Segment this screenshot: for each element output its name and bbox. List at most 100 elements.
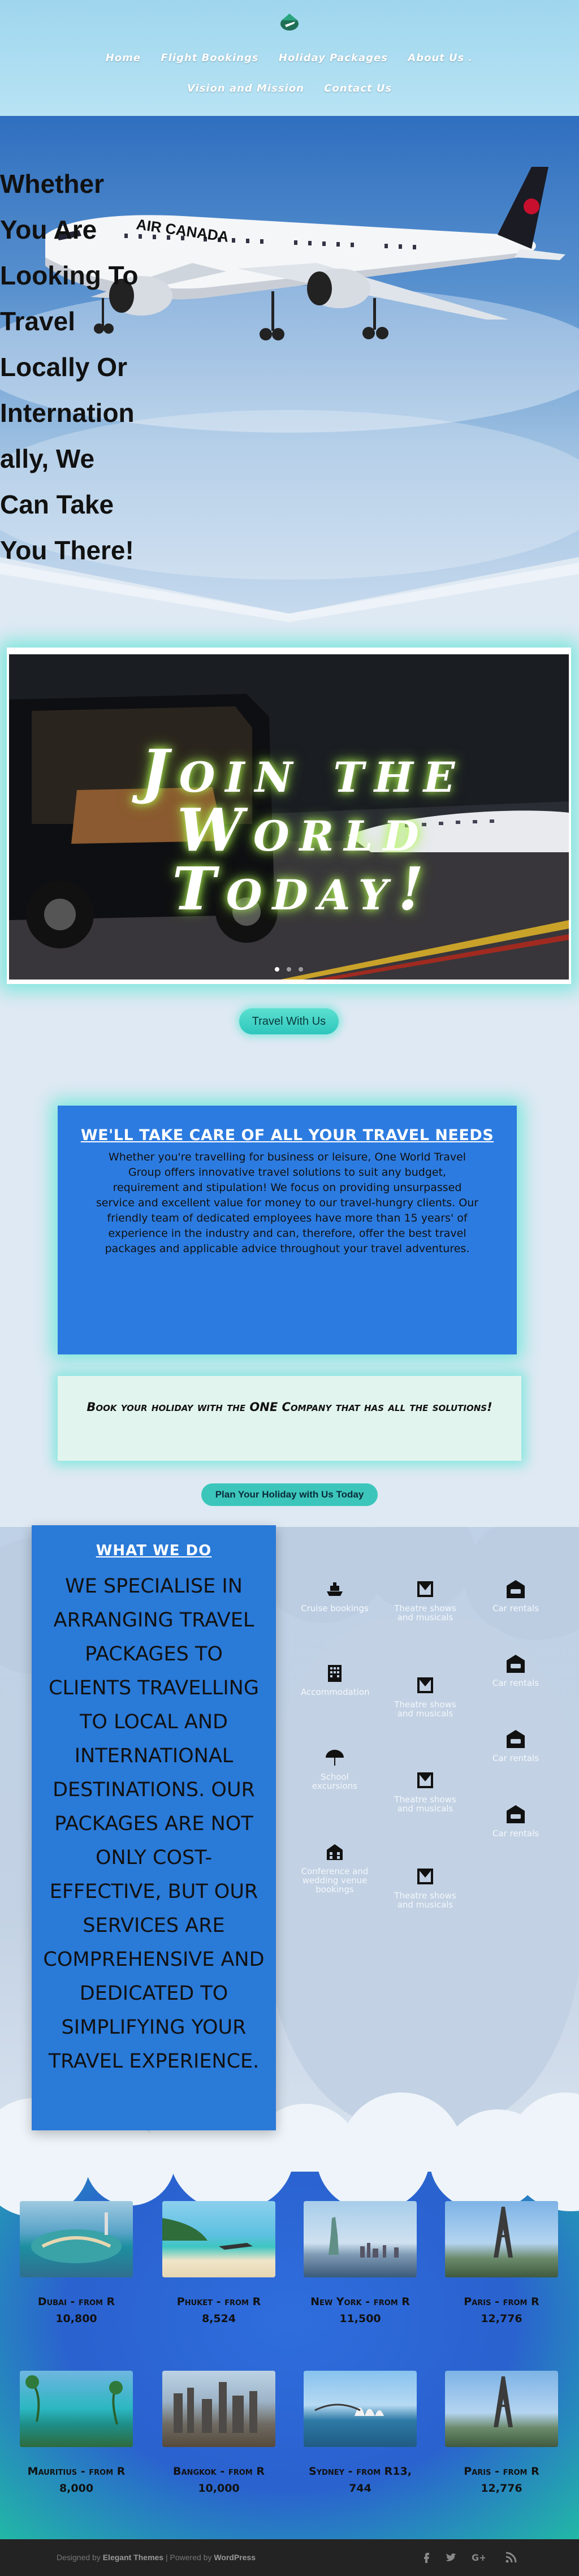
hero-divider: [0, 557, 579, 625]
service-label: School excursions: [312, 1772, 357, 1791]
destination-caption: Dubai - from R 10,800: [37, 2295, 115, 2325]
primary-nav: Home Flight Bookings Holiday Packages Ab…: [0, 52, 579, 64]
destination-caption: Sydney - from R13, 744: [309, 2465, 412, 2495]
ship-icon: [327, 1582, 343, 1596]
nav-about-us-label: About Us: [408, 52, 465, 64]
slider-dot[interactable]: [287, 967, 291, 972]
service-item: Car rentals: [482, 1803, 550, 1838]
care-title: WE'LL TAKE CARE OF ALL YOUR TRAVEL NEEDS: [80, 1127, 494, 1144]
logo-icon[interactable]: [279, 10, 300, 33]
slider-dot[interactable]: [299, 967, 304, 972]
hero-section: AIR CANADA Whether You Are Looking To Tr…: [0, 116, 579, 625]
slider-dot[interactable]: [274, 967, 279, 972]
slide-title-line: Today!: [172, 854, 434, 924]
book-holiday-text: Book your holiday with the ONE Company t…: [87, 1400, 492, 1414]
building-icon: [328, 1665, 342, 1682]
secondary-nav: Vision and Mission Contact Us: [0, 83, 579, 94]
slide-title-line: Join the: [141, 736, 465, 806]
travel-with-us-button[interactable]: Travel With Us: [239, 1008, 339, 1034]
twitter-icon[interactable]: [444, 2551, 458, 2564]
google-plus-icon[interactable]: G+: [472, 2551, 485, 2564]
service-item: Theatre shows and musicals: [391, 1769, 459, 1813]
what-we-do-body: We specialise in arranging travel packag…: [43, 1575, 265, 2073]
footer-designer-link[interactable]: Elegant Themes: [103, 2553, 163, 2562]
destination-card[interactable]: Sydney - from R13, 744: [304, 2371, 417, 2497]
hero-headline: Whether You Are Looking To Travel Locall…: [0, 169, 139, 565]
cloud-shape: [509, 2092, 579, 2172]
service-item: Car rentals: [482, 1652, 550, 1688]
footer-credits: Designed by Elegant Themes | Powered by …: [57, 2553, 256, 2562]
nav-home[interactable]: Home: [106, 52, 141, 64]
book-holiday-box: Book your holiday with the ONE Company t…: [58, 1376, 521, 1461]
theatre-icon: [417, 1869, 433, 1884]
rss-icon[interactable]: [504, 2551, 518, 2564]
slide-title-line: World: [177, 795, 429, 865]
service-item: Car rentals: [482, 1728, 550, 1763]
footer-designed-prefix: Designed by: [57, 2553, 101, 2562]
destination-caption: Phuket - from R 8,524: [176, 2295, 261, 2325]
destination-card[interactable]: Paris - from R 12,776: [445, 2371, 558, 2497]
destination-card[interactable]: Bangkok - from R 10,000: [162, 2371, 275, 2497]
service-label: Car rentals: [492, 1678, 539, 1688]
facebook-icon[interactable]: [420, 2551, 433, 2564]
venue-icon: [327, 1844, 343, 1860]
destination-image: [304, 2201, 417, 2277]
nav-contact-us[interactable]: Contact Us: [324, 83, 392, 94]
site-footer: Designed by Elegant Themes | Powered by …: [0, 2539, 579, 2576]
destination-image: [445, 2371, 558, 2447]
car-icon: [507, 1580, 525, 1598]
destination-card[interactable]: New York - from R 11,500: [304, 2201, 417, 2327]
destination-image: [445, 2201, 558, 2277]
destination-image: [20, 2371, 133, 2447]
site-header: Home Flight Bookings Holiday Packages Ab…: [0, 0, 579, 116]
nav-about-us[interactable]: About Us ⌄: [408, 52, 473, 64]
slide-title: Join the World Today!: [133, 742, 473, 918]
cloud-shape: [85, 2172, 175, 2206]
service-item: Accommodation: [301, 1662, 370, 1697]
theatre-icon: [417, 1772, 433, 1788]
car-icon: [507, 1655, 525, 1673]
care-body: Whether you're travelling for business o…: [96, 1151, 479, 1255]
nav-holiday-packages[interactable]: Holiday Packages: [279, 52, 388, 64]
destination-caption: Paris - from R 12,776: [464, 2465, 539, 2495]
service-label: Theatre shows and musicals: [394, 1699, 456, 1719]
footer-powered-prefix: | Powered by: [165, 2553, 212, 2562]
service-label: Theatre shows and musicals: [394, 1794, 456, 1814]
chevron-down-icon: ⌄: [466, 55, 474, 63]
destination-caption: Mauritius - from R 8,000: [27, 2465, 126, 2495]
service-label: Accommodation: [301, 1687, 370, 1697]
service-item: Theatre shows and musicals: [391, 1578, 459, 1622]
service-item: Car rentals: [482, 1578, 550, 1613]
service-label: Conference and wedding venue bookings: [301, 1866, 369, 1895]
slide[interactable]: Join the World Today!: [9, 654, 569, 980]
services-intro-box: WE'LL TAKE CARE OF ALL YOUR TRAVEL NEEDS…: [58, 1106, 517, 1354]
svg-text:G+: G+: [472, 2552, 485, 2563]
theatre-icon: [417, 1581, 433, 1597]
nav-vision-mission[interactable]: Vision and Mission: [187, 83, 304, 94]
plan-holiday-button[interactable]: Plan Your Holiday with Us Today: [201, 1483, 378, 1506]
service-item: Theatre shows and musicals: [391, 1674, 459, 1718]
destination-card[interactable]: Paris - from R 12,776: [445, 2201, 558, 2327]
car-icon: [507, 1730, 525, 1748]
theatre-icon: [417, 1677, 433, 1693]
service-label: Cruise bookings: [301, 1603, 369, 1613]
service-item: Cruise bookings: [301, 1578, 369, 1613]
car-icon: [507, 1805, 525, 1823]
destination-image: [304, 2371, 417, 2447]
destination-image: [162, 2371, 275, 2447]
destination-card[interactable]: Dubai - from R 10,800: [20, 2201, 133, 2327]
service-item: Conference and wedding venue bookings: [301, 1841, 369, 1894]
service-label: Car rentals: [492, 1753, 539, 1763]
umbrella-icon: [326, 1750, 344, 1766]
destination-caption: Bangkok - from R 10,000: [173, 2465, 265, 2495]
destination-card[interactable]: Phuket - from R 8,524: [162, 2201, 275, 2327]
service-item: School excursions: [301, 1746, 369, 1790]
destination-card[interactable]: Mauritius - from R 8,000: [20, 2371, 133, 2497]
hero-slider: Join the World Today!: [7, 648, 571, 984]
destination-image: [162, 2201, 275, 2277]
footer-wordpress-link[interactable]: WordPress: [214, 2553, 256, 2562]
service-label: Theatre shows and musicals: [394, 1891, 456, 1910]
destination-caption: Paris - from R 12,776: [464, 2295, 539, 2325]
destination-image: [20, 2201, 133, 2277]
nav-flight-bookings[interactable]: Flight Bookings: [161, 52, 258, 64]
